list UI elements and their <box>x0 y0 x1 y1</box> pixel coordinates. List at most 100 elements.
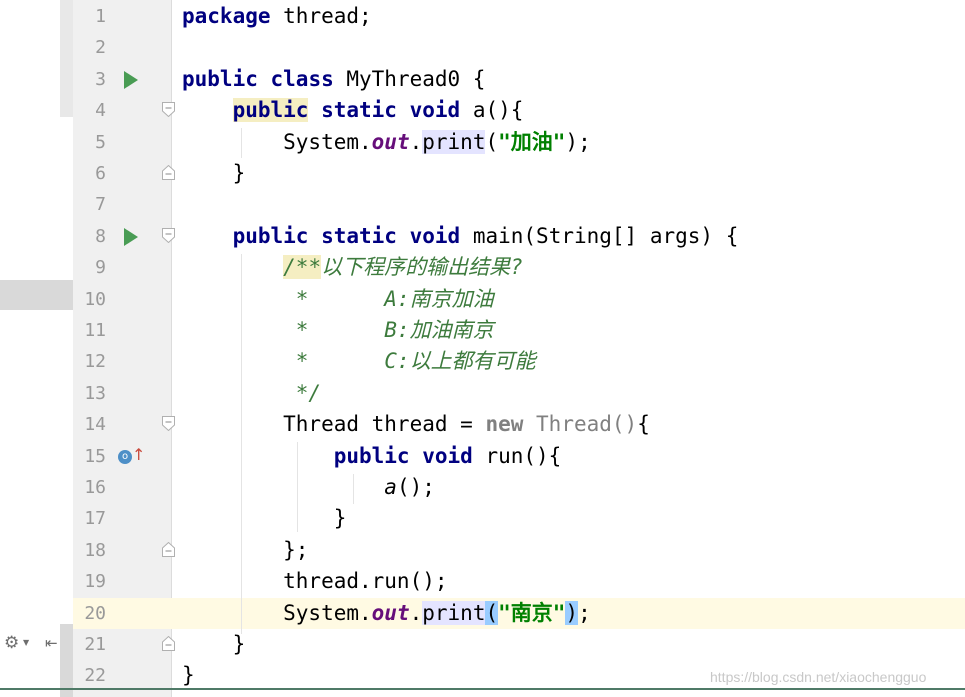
line-number[interactable]: 4 <box>73 100 106 121</box>
code-text[interactable]: */ <box>182 380 321 406</box>
code-line[interactable]: 8 public static void main(String[] args)… <box>73 221 965 252</box>
pin-left-icon[interactable]: ⇤ <box>45 634 58 652</box>
code-text[interactable]: a(); <box>182 474 435 500</box>
code-line[interactable]: 19 thread.run(); <box>73 566 965 597</box>
run-gutter-icon[interactable] <box>124 227 138 246</box>
code-token: "加油" <box>498 129 566 154</box>
code-line[interactable]: 6 } <box>73 158 965 189</box>
fold-open-icon[interactable] <box>162 227 175 243</box>
code-token: public <box>182 66 258 91</box>
line-number[interactable]: 14 <box>73 414 106 435</box>
left-selected-row[interactable] <box>0 280 73 310</box>
code-line[interactable]: 12 * C:以上都有可能 <box>73 346 965 377</box>
code-text[interactable]: System.out.print("加油"); <box>182 129 591 155</box>
code-line[interactable]: 20 System.out.print("南京"); <box>73 597 965 629</box>
line-number[interactable]: 13 <box>73 383 106 404</box>
code-line[interactable]: 13 */ <box>73 378 965 409</box>
code-text[interactable]: public void run(){ <box>182 443 562 469</box>
code-line[interactable]: 14 Thread thread = new Thread(){ <box>73 409 965 440</box>
code-token: thread.run(); <box>182 569 448 594</box>
code-line[interactable]: 5 System.out.print("加油"); <box>73 127 965 158</box>
line-number[interactable]: 2 <box>73 37 106 58</box>
line-number[interactable]: 15 <box>73 446 106 467</box>
line-number[interactable]: 18 <box>73 540 106 561</box>
code-text[interactable]: thread.run(); <box>182 568 448 594</box>
code-token: void <box>409 223 461 248</box>
code-token: } <box>182 663 195 688</box>
code-line[interactable]: 1 package thread; <box>73 1 965 32</box>
line-number[interactable]: 17 <box>73 508 106 529</box>
run-gutter-icon[interactable] <box>124 70 138 89</box>
code-line[interactable]: 18 }; <box>73 535 965 566</box>
code-token: System. <box>182 129 372 154</box>
code-text[interactable]: }; <box>182 537 308 563</box>
line-number[interactable]: 10 <box>73 289 106 310</box>
code-token: public <box>232 98 309 123</box>
code-line[interactable]: 2 <box>73 32 965 63</box>
code-text[interactable]: * A:南京加油 <box>182 286 494 312</box>
line-number[interactable]: 21 <box>73 634 106 655</box>
code-text[interactable]: } <box>182 631 246 657</box>
code-line[interactable]: 10 * A:南京加油 <box>73 284 965 315</box>
watermark: https://blog.csdn.net/xiaochengguo <box>710 669 927 685</box>
code-token: static <box>321 223 397 248</box>
code-line[interactable]: 3 public class MyThread0 { <box>73 64 965 95</box>
code-text[interactable]: package thread; <box>182 3 372 29</box>
code-line[interactable]: 21 } <box>73 629 965 660</box>
line-number[interactable]: 20 <box>73 603 106 624</box>
line-number[interactable]: 1 <box>73 6 106 27</box>
code-text[interactable]: } <box>182 505 347 531</box>
line-number[interactable]: 8 <box>73 226 106 247</box>
code-token: } <box>182 161 246 185</box>
line-number[interactable]: 9 <box>73 257 106 278</box>
code-line[interactable]: 16 a(); <box>73 472 965 503</box>
code-text[interactable]: public static void main(String[] args) { <box>182 223 739 249</box>
line-number[interactable]: 3 <box>73 69 106 90</box>
fold-open-icon[interactable] <box>162 416 175 432</box>
line-number[interactable]: 11 <box>73 320 106 341</box>
gear-icon[interactable]: ⚙ <box>4 633 19 653</box>
code-token: static <box>321 98 397 123</box>
code-token: * A:南京加油 <box>182 286 494 311</box>
line-number[interactable]: 22 <box>73 665 106 686</box>
line-number[interactable]: 12 <box>73 351 106 372</box>
code-line[interactable]: 15 o ↑ public void run(){ <box>73 441 965 472</box>
fold-close-icon[interactable] <box>162 541 175 557</box>
code-text[interactable]: * C:以上都有可能 <box>182 348 536 374</box>
line-number[interactable]: 7 <box>73 194 106 215</box>
chevron-down-icon[interactable]: ▼ <box>23 638 29 647</box>
code-text[interactable]: public class MyThread0 { <box>182 66 485 92</box>
status-divider <box>0 688 965 690</box>
code-token: }; <box>182 537 309 562</box>
code-line[interactable]: 17 } <box>73 503 965 534</box>
left-strip-edge <box>60 624 73 697</box>
fold-open-icon[interactable] <box>162 102 175 118</box>
code-text[interactable]: /**以下程序的输出结果? <box>182 254 523 280</box>
code-token: ) <box>565 600 579 625</box>
code-token: (); <box>396 475 435 499</box>
code-token: new <box>485 412 524 437</box>
code-text[interactable]: * B:加油南京 <box>182 317 494 343</box>
indent-guide <box>297 442 298 532</box>
line-number[interactable]: 19 <box>73 571 106 592</box>
code-line[interactable]: 9 /**以下程序的输出结果? <box>73 252 965 283</box>
line-number[interactable]: 5 <box>73 132 106 153</box>
fold-close-icon[interactable] <box>162 165 175 180</box>
code-line[interactable]: 11 * B:加油南京 <box>73 315 965 346</box>
line-number[interactable]: 16 <box>73 477 106 498</box>
code-line[interactable]: 4 public static void a(){ <box>73 95 965 126</box>
code-token: } <box>182 632 246 656</box>
code-line[interactable]: 7 <box>73 189 965 220</box>
code-text[interactable]: } <box>182 662 195 688</box>
line-number[interactable]: 6 <box>73 163 106 184</box>
code-text[interactable]: } <box>182 160 246 186</box>
code-text[interactable]: System.out.print("南京"); <box>182 600 591 626</box>
code-text[interactable]: public static void a(){ <box>182 97 523 123</box>
left-scrollbar[interactable] <box>60 0 73 117</box>
code-text[interactable]: Thread thread = new Thread(){ <box>182 411 650 437</box>
fold-close-icon[interactable] <box>162 636 175 651</box>
